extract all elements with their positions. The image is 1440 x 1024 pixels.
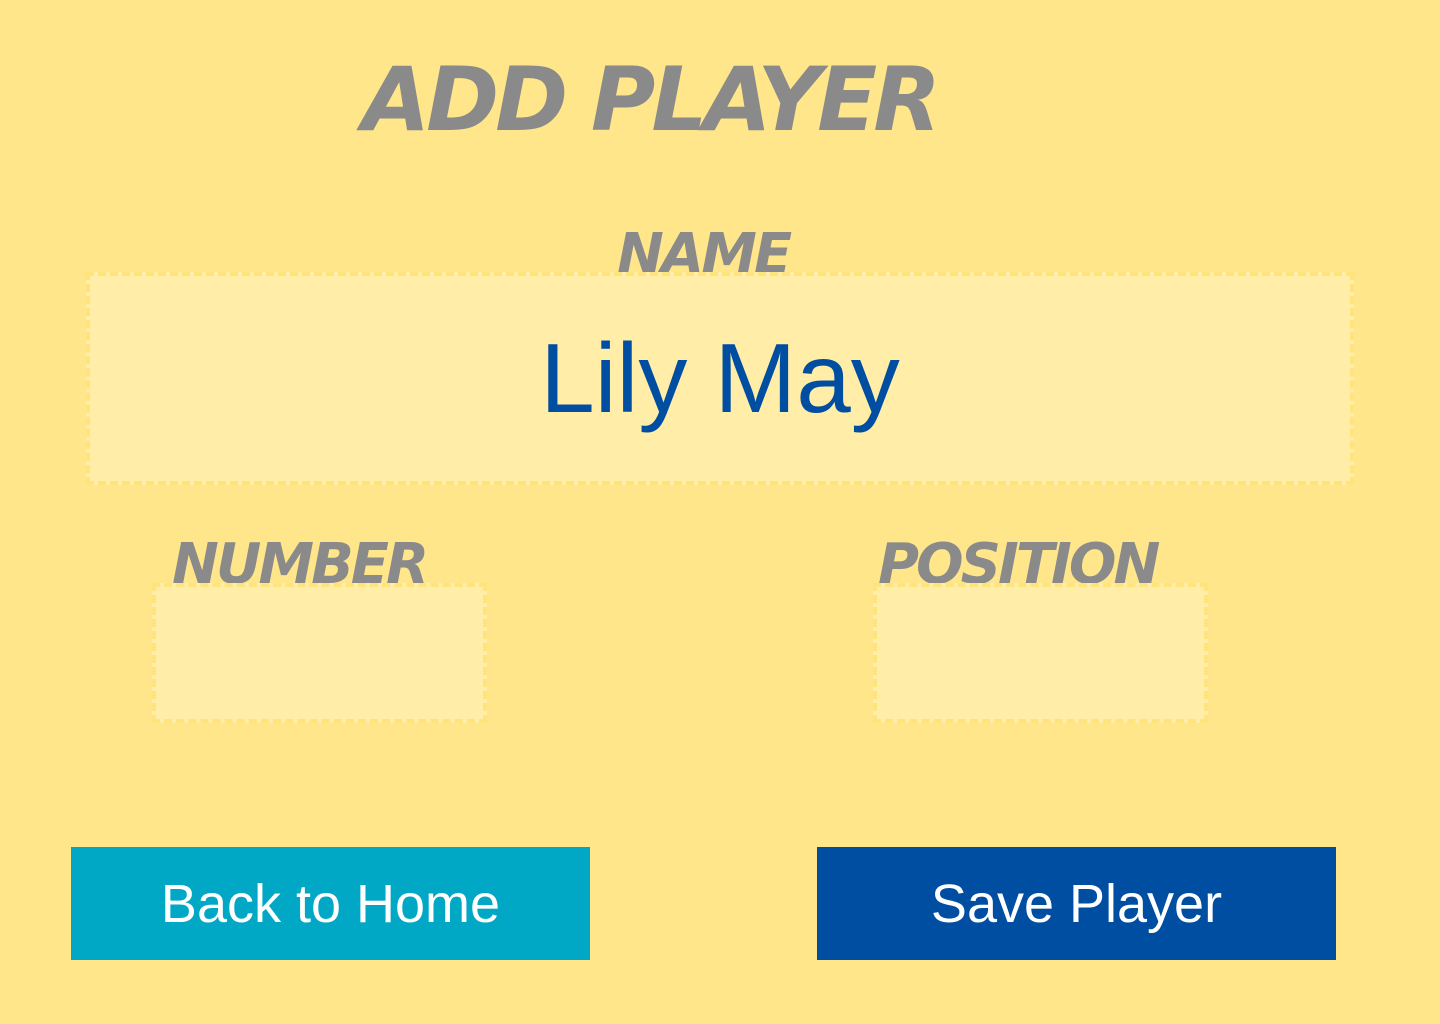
- name-field-value: Lily May: [540, 323, 900, 433]
- page-title: ADD PLAYER: [362, 48, 941, 151]
- position-field[interactable]: [873, 583, 1208, 723]
- back-to-home-button-label: Back to Home: [160, 873, 501, 934]
- back-to-home-button[interactable]: Back to Home: [71, 847, 590, 960]
- name-field[interactable]: Lily May: [86, 272, 1354, 485]
- save-player-button-label: Save Player: [930, 873, 1223, 934]
- save-player-button[interactable]: Save Player: [817, 847, 1336, 960]
- number-field[interactable]: [152, 583, 487, 723]
